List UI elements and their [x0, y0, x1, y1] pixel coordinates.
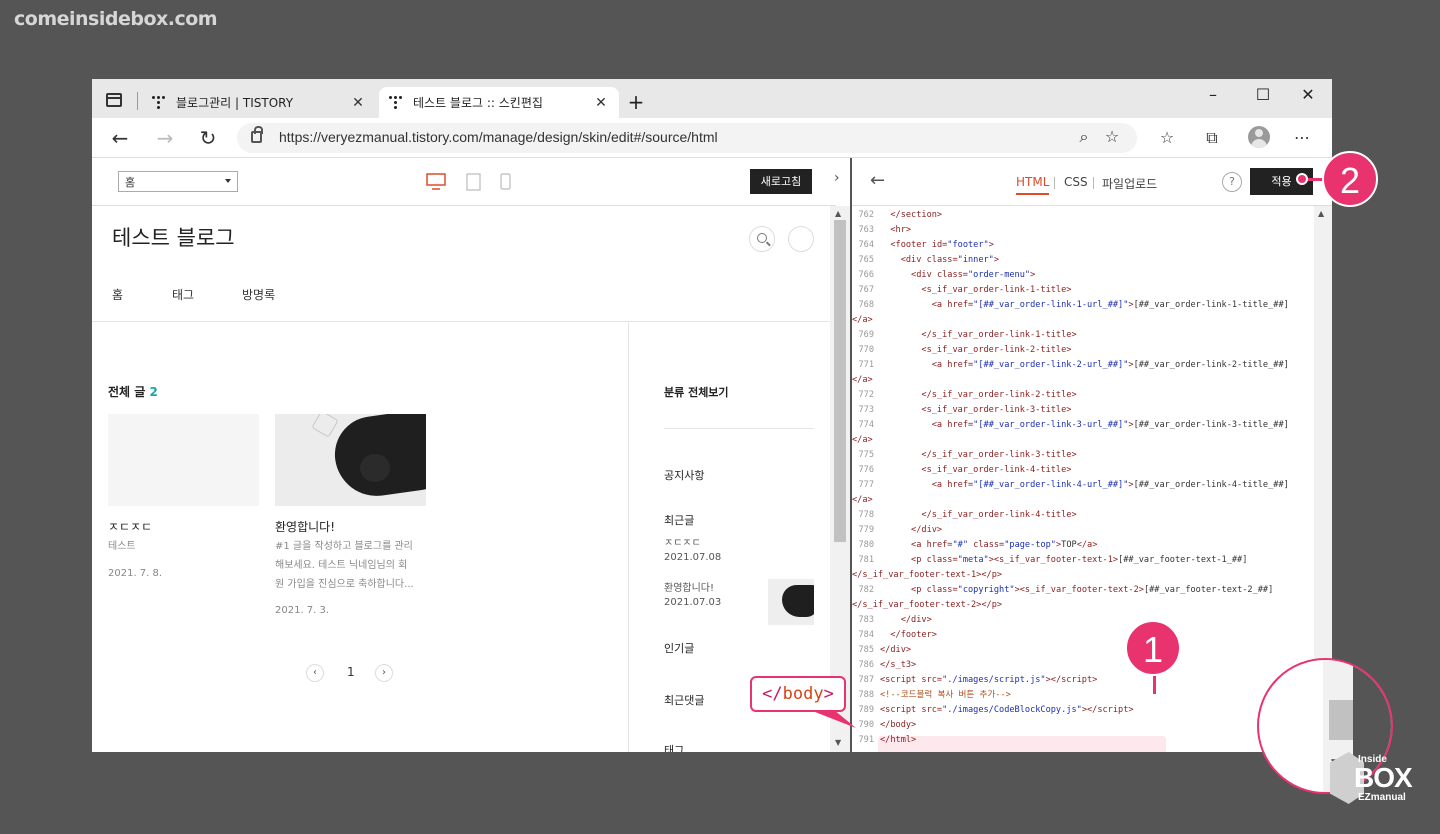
search-button[interactable] [749, 226, 775, 252]
reload-icon[interactable]: ↻ [195, 126, 221, 150]
post-excerpt: 해보세요. 테스트 닉네임님의 회 [275, 560, 408, 571]
tab-label: 테스트 블로그 :: 스킨편집 [413, 96, 543, 110]
scroll-up-icon[interactable]: ▲ [835, 209, 841, 218]
divider [628, 322, 629, 752]
refresh-button[interactable]: 새로고침 [750, 169, 812, 194]
tab-skin-edit[interactable]: 테스트 블로그 :: 스킨편집 ✕ [379, 87, 619, 118]
post-date: 2021. 7. 3. [275, 605, 330, 616]
post-title[interactable]: ㅈㄷㅈㄷ [108, 518, 152, 535]
lock-icon [251, 126, 263, 143]
recent-item-date: 2021.07.03 [664, 597, 722, 608]
tab-strip: 블로그관리 | TISTORY ✕ 테스트 블로그 :: 스킨편집 ✕ + – … [92, 79, 1332, 118]
tab-separator [1093, 177, 1094, 189]
search-icon [757, 233, 767, 243]
annotation-dot [1296, 173, 1308, 185]
code-editor[interactable]: 762 </section> 763 <hr> 764 <footer id="… [852, 208, 1314, 752]
scroll-down-icon[interactable]: ▼ [835, 738, 841, 747]
sidebar-comments: 최근댓글 [664, 694, 705, 707]
step-badge-2: 2 [1322, 151, 1378, 207]
minimize-icon[interactable]: – [1198, 85, 1228, 104]
close-window-icon[interactable]: ✕ [1293, 85, 1323, 104]
step-badge-1: 1 [1125, 620, 1181, 676]
tab-file-upload[interactable]: 파일업로드 [1102, 175, 1157, 192]
divider [664, 428, 814, 429]
recent-item-date: 2021.07.08 [664, 552, 722, 563]
help-icon[interactable]: ? [1222, 172, 1242, 192]
back-icon[interactable]: ← [107, 126, 133, 150]
maximize-icon[interactable]: ☐ [1248, 85, 1278, 104]
preview-scrollbar[interactable]: ▲ ▼ [830, 206, 850, 752]
sidebar-recent: 최근글 [664, 514, 695, 527]
new-tab-icon[interactable]: + [625, 90, 647, 114]
body-tag-callout: </body> [750, 676, 846, 712]
post-thumbnail[interactable] [275, 414, 426, 506]
collapse-preview-icon[interactable]: › [834, 170, 840, 186]
tab-actions-icon[interactable] [106, 93, 122, 107]
post-excerpt: 원 가입을 진심으로 축하합니다... [275, 579, 414, 590]
tistory-favicon-icon [152, 95, 166, 110]
tab-blog-manage[interactable]: 블로그관리 | TISTORY ✕ [142, 87, 376, 118]
nav-tag[interactable]: 태그 [172, 286, 194, 303]
nav-home[interactable]: 홈 [112, 286, 123, 303]
close-tab-icon[interactable]: ✕ [591, 95, 611, 111]
site-watermark: comeinsidebox.com [14, 8, 218, 30]
recent-item-title[interactable]: ㅈㄷㅈㄷ [664, 534, 701, 549]
blog-preview: 테스트 블로그 홈 태그 방명록 전체 글 2 ㅈㄷㅈㄷ 테스트 2021. 7… [92, 206, 830, 752]
prev-page-icon[interactable]: ‹ [306, 664, 324, 682]
forward-icon[interactable]: → [152, 126, 178, 150]
scrollbar-thumb[interactable] [834, 220, 846, 542]
collections-icon[interactable]: ⧉ [1200, 128, 1224, 148]
tab-separator [137, 92, 138, 110]
add-favorite-icon[interactable]: ☆ [1100, 127, 1124, 146]
recent-item-title[interactable]: 환영합니다! [664, 579, 714, 594]
tistory-favicon-icon [389, 95, 403, 110]
editor-pane: ← HTML CSS 파일업로드 ? 적용 762 </section> 763… [852, 158, 1332, 752]
insidebox-logo: Inside BOX EZmanual [1330, 752, 1422, 808]
zoom-icon[interactable]: ⌕ [1072, 127, 1096, 147]
sidebar-category[interactable]: 분류 전체보기 [664, 384, 729, 400]
tab-css[interactable]: CSS [1064, 175, 1088, 189]
profile-button[interactable] [788, 226, 814, 252]
chevron-down-icon [225, 179, 231, 183]
page-select-value: 홈 [125, 176, 136, 189]
post-thumbnail[interactable] [108, 414, 259, 506]
post-excerpt: 테스트 [108, 541, 136, 552]
tab-separator [1054, 177, 1055, 189]
next-page-icon[interactable]: › [375, 664, 393, 682]
blog-title: 테스트 블로그 [112, 226, 235, 250]
favorites-icon[interactable]: ☆ [1155, 128, 1179, 147]
total-count: 2 [149, 385, 158, 399]
editor-header: ← HTML CSS 파일업로드 ? 적용 [852, 158, 1332, 206]
page-number[interactable]: 1 [347, 665, 355, 679]
scroll-up-icon[interactable]: ▲ [1318, 209, 1324, 218]
preview-toolbar: 홈 새로고침 [92, 158, 836, 206]
nav-guestbook[interactable]: 방명록 [242, 286, 275, 303]
sidebar-popular: 인기글 [664, 642, 695, 655]
sidebar-notice[interactable]: 공지사항 [664, 467, 704, 483]
url-text: https://veryezmanual.tistory.com/manage/… [279, 129, 718, 145]
desktop-view-icon[interactable] [426, 173, 446, 191]
browser-toolbar: ← → ↻ https://veryezmanual.tistory.com/m… [92, 118, 1332, 158]
profile-avatar[interactable] [1248, 126, 1270, 148]
post-excerpt: #1 글을 작성하고 블로그를 관리 [275, 541, 413, 552]
callout-pointer [810, 710, 856, 728]
divider [92, 321, 830, 322]
back-arrow-icon[interactable]: ← [870, 170, 885, 191]
address-bar[interactable]: https://veryezmanual.tistory.com/manage/… [237, 123, 1137, 153]
total-label: 전체 글 [108, 385, 146, 399]
total-posts: 전체 글 2 [108, 383, 158, 400]
mobile-view-icon[interactable] [500, 173, 512, 191]
more-menu-icon[interactable]: ⋯ [1290, 128, 1314, 147]
recent-item-thumbnail[interactable] [768, 579, 814, 625]
page-select[interactable]: 홈 [118, 171, 238, 192]
tab-html[interactable]: HTML [1016, 175, 1050, 195]
tab-label: 블로그관리 | TISTORY [176, 96, 294, 110]
post-title[interactable]: 환영합니다! [275, 518, 335, 535]
tablet-view-icon[interactable] [466, 173, 482, 191]
sidebar-tags: 태그 [664, 744, 685, 752]
close-tab-icon[interactable]: ✕ [348, 95, 368, 111]
preview-pane: 홈 새로고침 › 테스트 블로그 홈 태그 방명록 전체 글 2 ㅈㄷㅈㄷ 테스… [92, 158, 850, 752]
post-date: 2021. 7. 8. [108, 568, 163, 579]
